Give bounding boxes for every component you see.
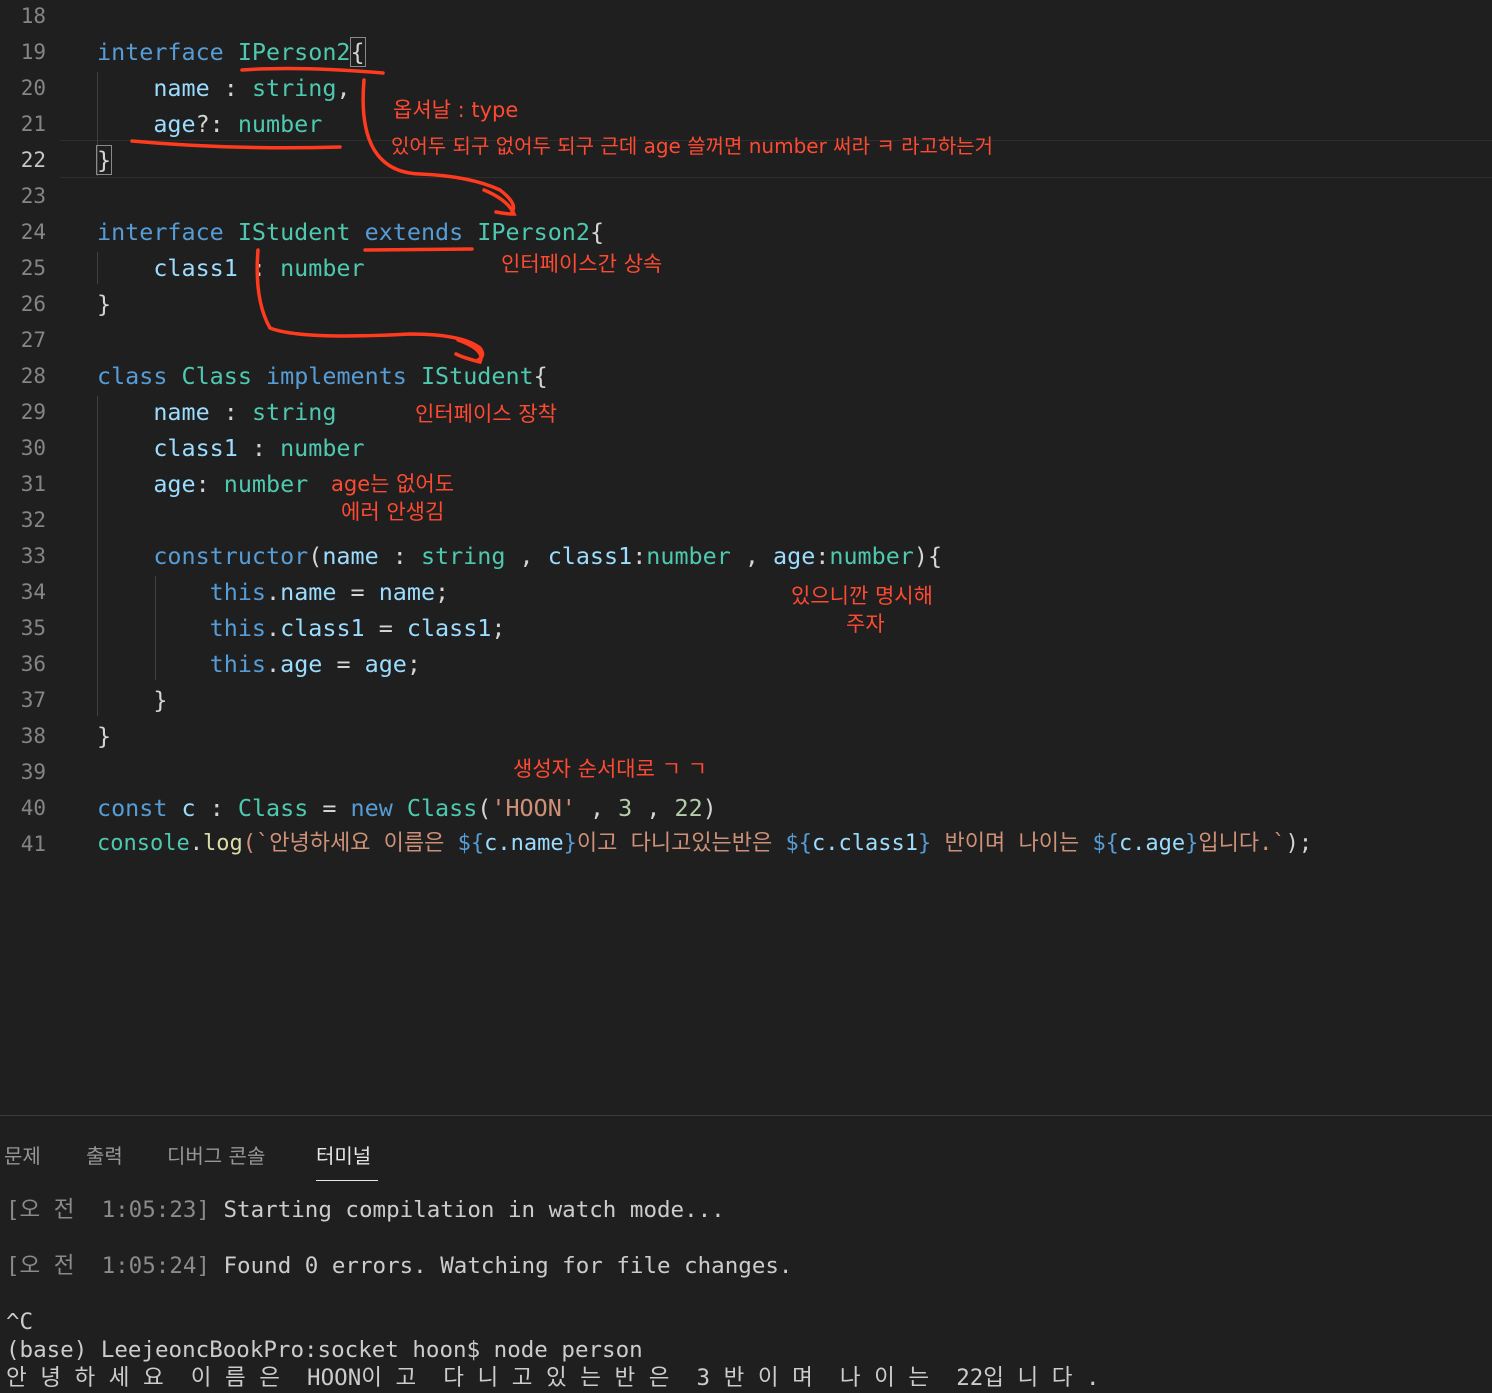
tab-output[interactable]: 출력 bbox=[86, 1140, 123, 1169]
terminal-text: Starting compilation in watch mode... bbox=[209, 1197, 725, 1223]
terminal-prompt-line: (base) LeejeoncBookPro:socket hoon$ node… bbox=[6, 1337, 643, 1363]
terminal-text: Found 0 errors. Watching for file change… bbox=[209, 1253, 793, 1279]
tab-terminal[interactable]: 터미널 bbox=[316, 1140, 371, 1169]
active-tab-indicator bbox=[316, 1180, 378, 1181]
annotation-specify: 있으니깐 명시해 bbox=[791, 584, 933, 608]
terminal-line: ^C bbox=[6, 1309, 34, 1335]
tab-debug-console[interactable]: 디버그 콘솔 bbox=[167, 1140, 265, 1169]
annotation-interface-implements: 인터페이스 장착 bbox=[415, 402, 557, 426]
terminal-timestamp: [오 전 1:05:24] bbox=[6, 1253, 210, 1279]
annotation-constructor-order: 생성자 순서대로 ㄱ ㄱ bbox=[513, 757, 707, 781]
bottom-panel: 문제 출력 디버그 콘솔 터미널 [오 전 1:05:23] Starting … bbox=[0, 1115, 1492, 1393]
annotation-no-error: 에러 안생김 bbox=[341, 500, 445, 524]
terminal-timestamp: [오 전 1:05:23] bbox=[6, 1197, 210, 1223]
code-editor[interactable]: 18 19 20 21 22 23 24 25 26 27 28 29 30 31 32 33 34 35 36 37… bbox=[0, 0, 1492, 1115]
ink-underline bbox=[240, 66, 385, 75]
ink-underline bbox=[130, 139, 342, 150]
annotation-specify-2: 주자 bbox=[846, 612, 885, 636]
annotation-optional: 옵셔날 : type bbox=[393, 98, 519, 122]
terminal-line: [오 전 1:05:23] Starting compilation in wa… bbox=[6, 1196, 725, 1224]
tab-problems[interactable]: 문제 bbox=[4, 1140, 41, 1169]
annotation-age-optional: age는 없어도 bbox=[331, 472, 455, 496]
annotation-interface-inheritance: 인터페이스간 상속 bbox=[501, 252, 663, 276]
terminal-line: [오 전 1:05:24] Found 0 errors. Watching f… bbox=[6, 1252, 792, 1280]
ink-arrow bbox=[255, 248, 485, 365]
annotation-optional-detail: 있어두 되구 없어두 되구 근데 age 쓸꺼면 number 써라 ㅋ 라고하… bbox=[391, 134, 994, 158]
terminal-output-line: 안 녕 하 세 요 이 름 은 HOON이 고 다 니 고 있 는 반 은 3 … bbox=[6, 1365, 1100, 1391]
handwritten-ink-overlay bbox=[130, 66, 517, 365]
ink-underline bbox=[363, 247, 474, 252]
